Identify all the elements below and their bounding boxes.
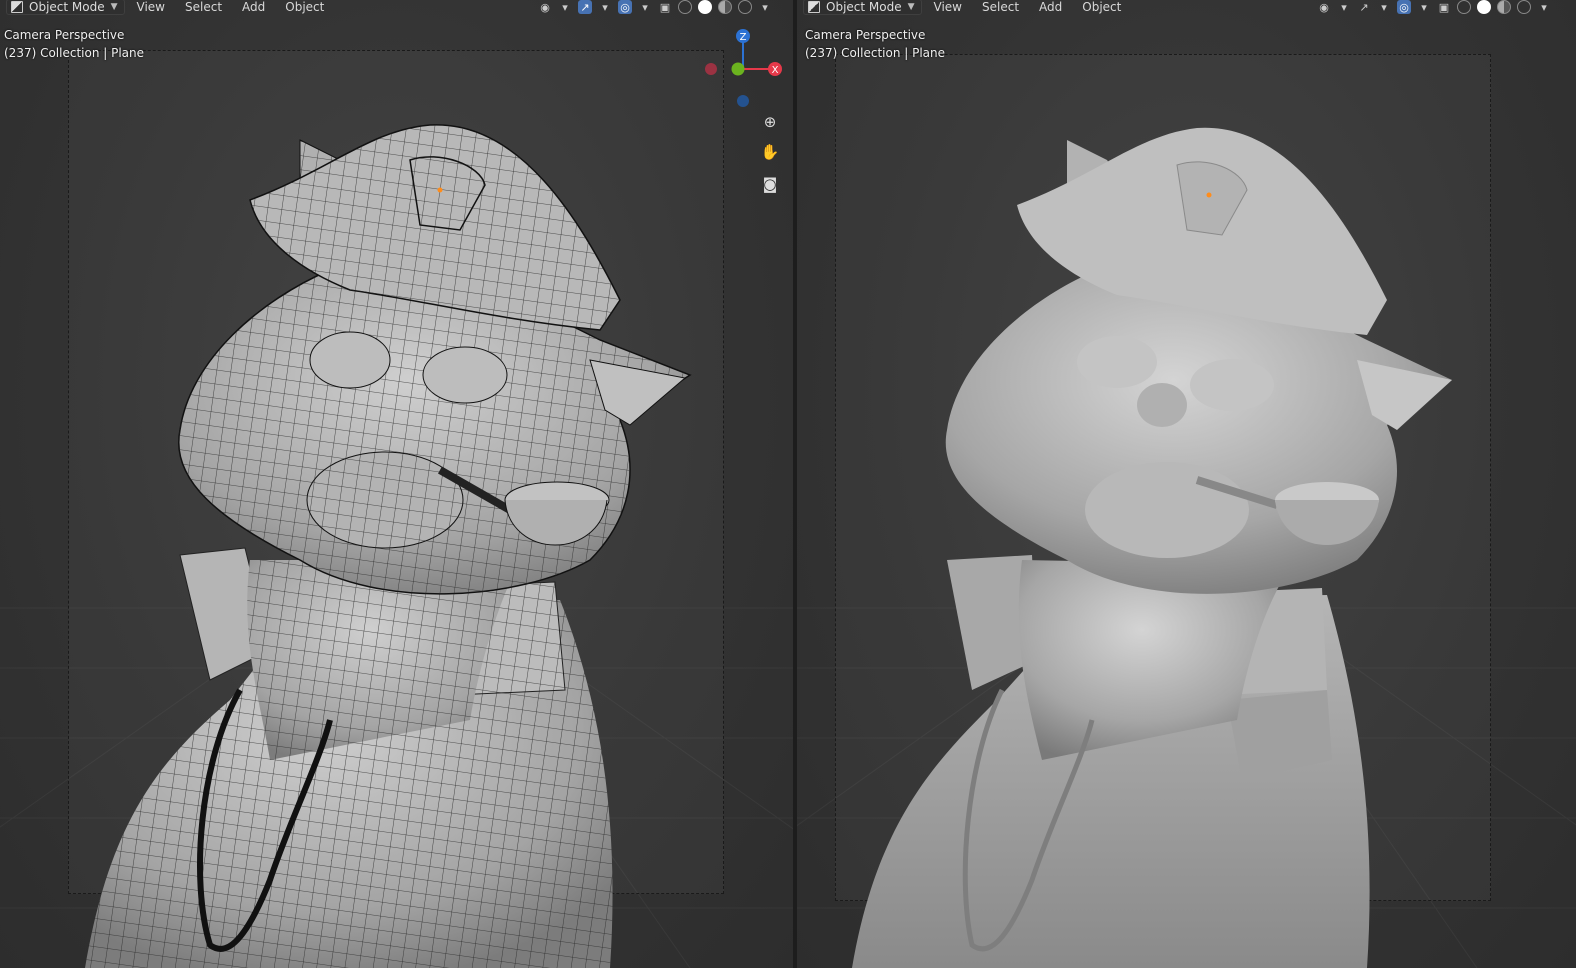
left-3d-viewport[interactable]: Object Mode ▼ View Select Add Object ◉ ▾… [0, 0, 793, 968]
menu-view[interactable]: View [129, 0, 173, 14]
menu-add[interactable]: Add [234, 0, 273, 14]
solid-shading-icon[interactable] [698, 0, 712, 14]
mode-dropdown[interactable]: Object Mode ▼ [803, 0, 922, 15]
object-mode-icon [808, 1, 820, 13]
xray-icon[interactable]: ▣ [658, 0, 672, 14]
cat-detective-model-solid[interactable] [797, 0, 1576, 968]
viewport-overlay-info: Camera Perspective (237) Collection | Pl… [4, 26, 144, 62]
hand-icon[interactable]: ✋ [758, 140, 782, 164]
eye-icon[interactable]: ◉ [1317, 0, 1331, 14]
eye-icon[interactable]: ◉ [538, 0, 552, 14]
material-shading-icon[interactable] [718, 0, 732, 14]
mode-label: Object Mode [826, 0, 902, 14]
gizmo-toggle-icon[interactable]: ↗ [578, 0, 592, 14]
menu-object[interactable]: Object [1074, 0, 1129, 14]
header-right-tools: ◉ ▾ ↗ ▾ ◎ ▾ ▣ ▾ [538, 0, 772, 14]
header-right-tools: ◉ ▾ ↗ ▾ ◎ ▾ ▣ ▾ [1317, 0, 1551, 14]
mode-label: Object Mode [29, 0, 105, 14]
chevron-down-icon[interactable]: ▾ [1337, 0, 1351, 14]
menu-object[interactable]: Object [277, 0, 332, 14]
collection-info: (237) Collection | Plane [805, 46, 946, 60]
chevron-down-icon[interactable]: ▾ [758, 0, 772, 14]
chevron-down-icon[interactable]: ▾ [1377, 0, 1391, 14]
chevron-down-icon: ▼ [110, 2, 118, 12]
chevron-down-icon: ▼ [907, 2, 915, 12]
material-shading-icon[interactable] [1497, 0, 1511, 14]
rendered-shading-icon[interactable] [738, 0, 752, 14]
cat-detective-model-wireframe[interactable] [0, 0, 793, 968]
chevron-down-icon[interactable]: ▾ [638, 0, 652, 14]
object-mode-icon [11, 1, 23, 13]
menu-select[interactable]: Select [177, 0, 230, 14]
right-3d-viewport[interactable]: Object Mode ▼ View Select Add Object ◉ ▾… [797, 0, 1576, 968]
xray-icon[interactable]: ▣ [1437, 0, 1451, 14]
chevron-down-icon[interactable]: ▾ [1417, 0, 1431, 14]
menu-select[interactable]: Select [974, 0, 1027, 14]
overlay-icon[interactable]: ◎ [1397, 0, 1411, 14]
viewport-overlay-info: Camera Perspective (237) Collection | Pl… [805, 26, 945, 62]
view-name: Camera Perspective [4, 28, 125, 42]
chevron-down-icon[interactable]: ▾ [1537, 0, 1551, 14]
collection-info: (237) Collection | Plane [4, 46, 145, 60]
gizmo-toggle-icon[interactable]: ↗ [1357, 0, 1371, 14]
navigation-gizmo[interactable]: Z X [700, 24, 790, 114]
zoom-icon[interactable]: ⊕ [758, 110, 782, 134]
chevron-down-icon[interactable]: ▾ [558, 0, 572, 14]
svg-text:X: X [772, 65, 779, 76]
menu-add[interactable]: Add [1031, 0, 1070, 14]
mode-dropdown[interactable]: Object Mode ▼ [6, 0, 125, 15]
wireframe-shading-icon[interactable] [1457, 0, 1471, 14]
solid-shading-icon[interactable] [1477, 0, 1491, 14]
camera-icon[interactable]: ◙ [758, 172, 782, 196]
overlay-icon[interactable]: ◎ [618, 0, 632, 14]
svg-text:Z: Z [740, 32, 747, 43]
chevron-down-icon[interactable]: ▾ [598, 0, 612, 14]
view-name: Camera Perspective [805, 28, 926, 42]
wireframe-shading-icon[interactable] [678, 0, 692, 14]
rendered-shading-icon[interactable] [1517, 0, 1531, 14]
menu-view[interactable]: View [926, 0, 970, 14]
